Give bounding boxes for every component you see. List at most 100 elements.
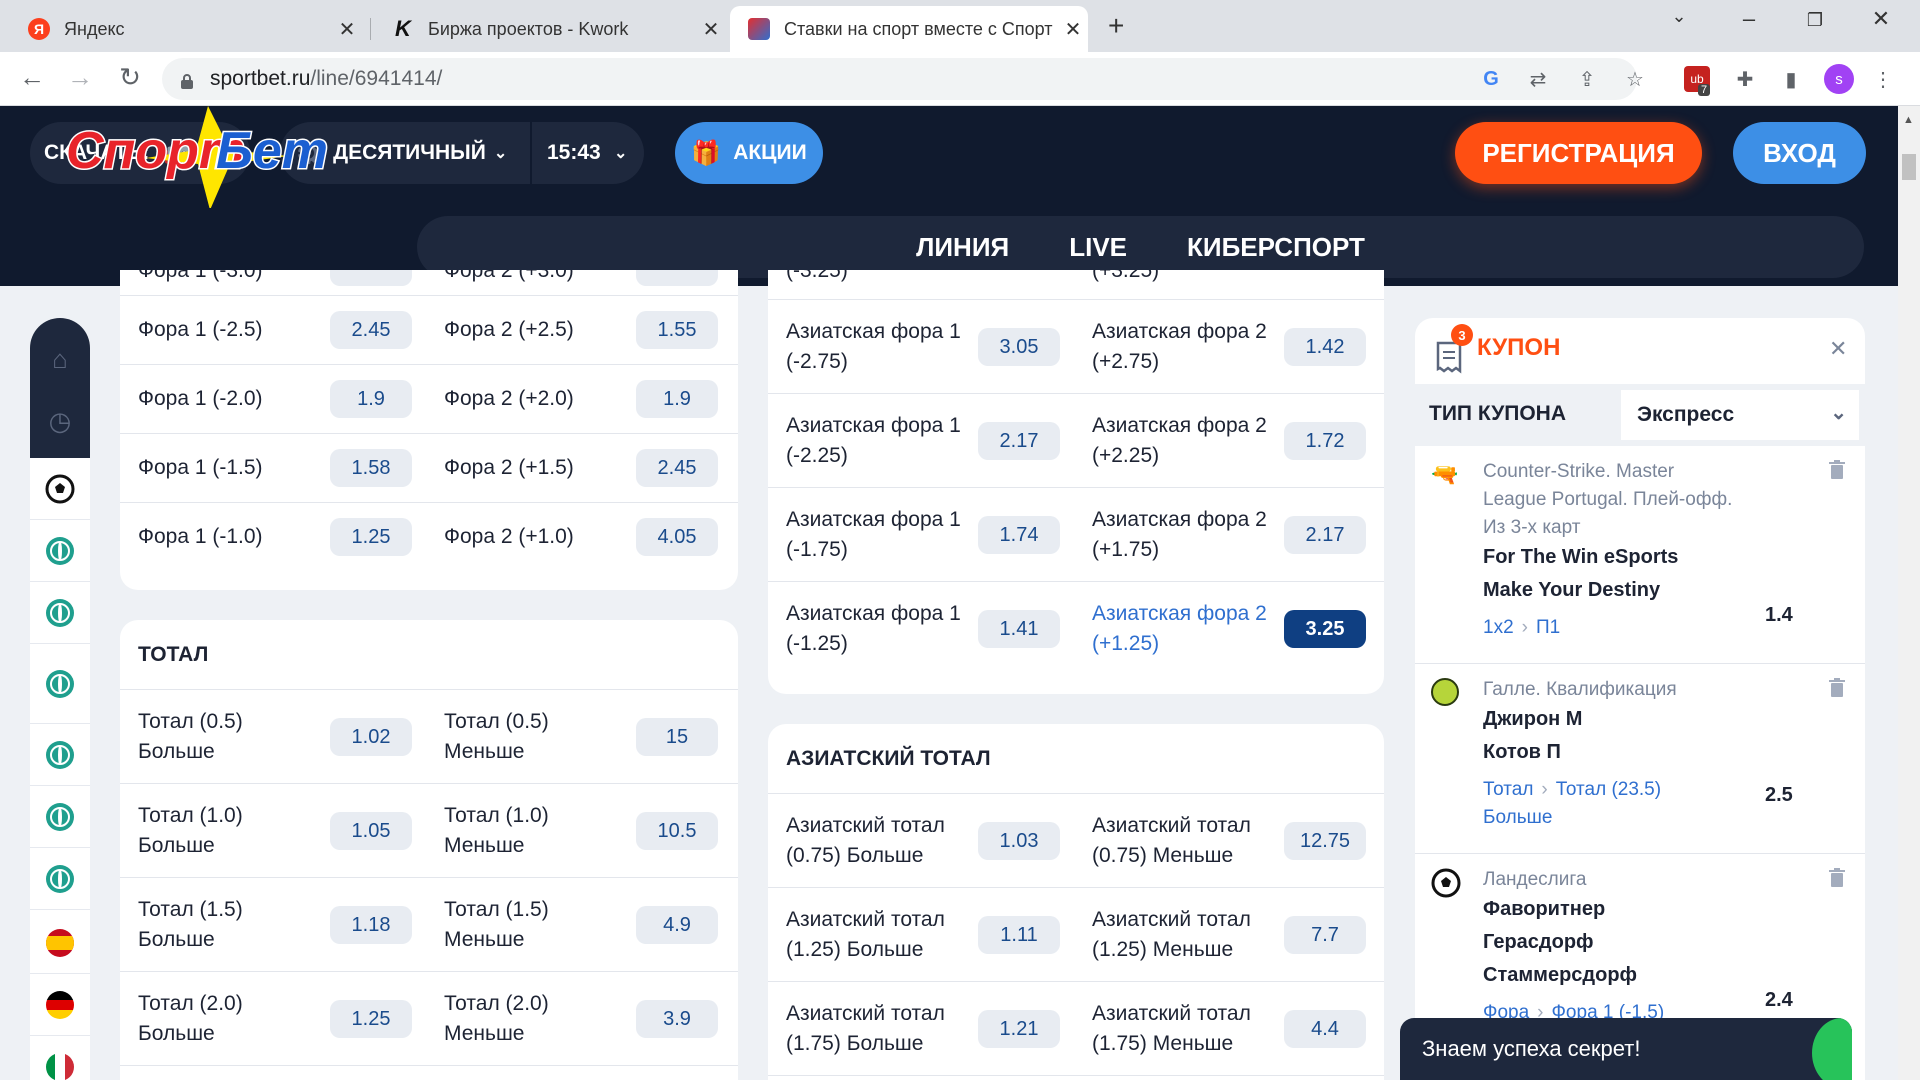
page-scrollbar[interactable]: ▲: [1898, 106, 1920, 1080]
nav-live[interactable]: LIVE: [1069, 232, 1127, 263]
label-line: Меньше: [444, 740, 525, 763]
odd-button[interactable]: 1.03: [978, 822, 1060, 860]
odd-button[interactable]: 1.9: [636, 380, 718, 418]
odd-button[interactable]: 1.72: [1284, 422, 1366, 460]
odd-button[interactable]: 1.11: [978, 916, 1060, 954]
sidebar-item-spain[interactable]: [30, 912, 90, 974]
odd-button[interactable]: 1.21: [978, 1010, 1060, 1048]
bet-part: Тотал (23.5): [1555, 779, 1662, 800]
extensions-puzzle-icon[interactable]: ✚: [1732, 66, 1758, 92]
sidebar-item-international[interactable]: [30, 582, 90, 644]
new-tab-icon[interactable]: +: [1108, 10, 1124, 42]
coupon-title: КУПОН: [1477, 334, 1561, 361]
home-icon[interactable]: ⌂: [30, 328, 90, 390]
sidebar-item-international[interactable]: [30, 724, 90, 786]
odd-button[interactable]: 4.9: [636, 906, 718, 944]
tab-title: Ставки на спорт вместе с Спорт: [784, 18, 1053, 39]
soccer-ball-icon[interactable]: [30, 458, 90, 520]
odd-button[interactable]: 2.45: [330, 311, 412, 349]
odd-button[interactable]: 3.05: [978, 328, 1060, 366]
sidebar-item-international[interactable]: [30, 848, 90, 910]
sidebar-item-germany[interactable]: [30, 974, 90, 1036]
label-line: Тотал (1.5): [444, 898, 549, 921]
odd-button[interactable]: 1.42: [1284, 328, 1366, 366]
odd-button[interactable]: 1.55: [636, 311, 718, 349]
odd-button[interactable]: 1.25: [330, 518, 412, 556]
window-close-icon[interactable]: ✕: [1856, 6, 1906, 32]
promo-toast[interactable]: Знаем успеха секрет!: [1400, 1018, 1852, 1080]
odd-button[interactable]: 1.05: [330, 812, 412, 850]
odd-button[interactable]: 1.25: [330, 1000, 412, 1038]
divider: [530, 122, 532, 184]
share-icon[interactable]: ⇪: [1574, 66, 1600, 92]
close-icon[interactable]: ✕: [1829, 336, 1847, 362]
clock-icon[interactable]: ◷: [30, 390, 90, 452]
sidebar-item-international[interactable]: [30, 520, 90, 582]
odd-button[interactable]: 1.02: [330, 718, 412, 756]
label-line: (1.25) Меньше: [1092, 938, 1234, 961]
outcome-label: Тотал (1.0) Больше: [138, 801, 243, 861]
sidebar-item-international[interactable]: [30, 644, 90, 724]
promo-button[interactable]: 🎁 АКЦИИ: [675, 122, 823, 184]
odd-button[interactable]: 2.17: [1284, 516, 1366, 554]
nav-line[interactable]: ЛИНИЯ: [916, 232, 1009, 263]
odd-button-selected[interactable]: 3.25: [1284, 610, 1366, 648]
reload-icon[interactable]: ↻: [112, 62, 148, 93]
odd-button[interactable]: 1.41: [978, 610, 1060, 648]
odd-button[interactable]: 2.17: [978, 422, 1060, 460]
time-select[interactable]: 15:43: [547, 141, 601, 165]
sidebar-item-international[interactable]: [30, 786, 90, 848]
menu-kebab-icon[interactable]: ⋮: [1870, 66, 1896, 92]
outcome-label: Тотал (2.0) Меньше: [444, 989, 549, 1049]
coupon-type-select[interactable]: Экспресс ⌄: [1621, 390, 1859, 440]
bookmark-star-icon[interactable]: ☆: [1622, 66, 1648, 92]
market-row: Фора 1 (-1.0) 1.25 Фора 2 (+1.0) 4.05: [120, 503, 738, 572]
odd-button[interactable]: 1.58: [330, 449, 412, 487]
odd-button[interactable]: [330, 270, 412, 286]
odd-button[interactable]: 1.9: [330, 380, 412, 418]
trash-icon[interactable]: [1829, 868, 1845, 888]
odd-button[interactable]: 12.75: [1284, 822, 1366, 860]
side-panel-icon[interactable]: ▮: [1778, 66, 1804, 92]
sportbet-logo[interactable]: Спорт Бет: [58, 98, 358, 210]
register-button[interactable]: РЕГИСТРАЦИЯ: [1455, 122, 1702, 184]
odd-button[interactable]: 7.7: [1284, 916, 1366, 954]
coupon-count-badge: 3: [1451, 324, 1473, 346]
odd-button[interactable]: 1.18: [330, 906, 412, 944]
market-row: Азиатская фора 1 (-2.25) 2.17 Азиатская фор…: [768, 394, 1384, 488]
trash-icon[interactable]: [1829, 460, 1845, 480]
scrollbar-thumb[interactable]: [1902, 154, 1916, 180]
close-icon[interactable]: ✕: [332, 17, 362, 42]
nav-esports[interactable]: КИБЕРСПОРТ: [1187, 232, 1365, 263]
tab-sportbet[interactable]: Ставки на спорт вместе с Спорт ✕: [730, 6, 1088, 52]
team-name: Герасдорф: [1483, 931, 1594, 953]
tab-yandex[interactable]: Я Яндекс ✕: [10, 6, 362, 52]
odd-button[interactable]: 4.05: [636, 518, 718, 556]
label-line: Меньше: [444, 834, 525, 857]
google-icon[interactable]: G: [1478, 66, 1504, 92]
trash-icon[interactable]: [1829, 678, 1845, 698]
odd-button[interactable]: [636, 270, 718, 286]
close-icon[interactable]: ✕: [1058, 17, 1088, 42]
profile-avatar[interactable]: s: [1824, 64, 1854, 94]
minimize-icon[interactable]: –: [1724, 6, 1774, 32]
tab-search-icon[interactable]: ⌄: [1654, 6, 1704, 27]
odd-button[interactable]: 2.45: [636, 449, 718, 487]
address-bar[interactable]: sportbet.ru/line/6941414/: [162, 58, 1637, 100]
kwork-icon: K: [395, 16, 411, 41]
forward-icon[interactable]: →: [62, 62, 98, 93]
odd-button[interactable]: 10.5: [636, 812, 718, 850]
globe-icon: [46, 598, 74, 627]
tab-kwork[interactable]: K Биржа проектов - Kwork ✕: [374, 6, 726, 52]
restore-icon[interactable]: ❐: [1790, 10, 1840, 31]
scroll-up-icon[interactable]: ▲: [1903, 114, 1914, 126]
translate-icon[interactable]: ⇄: [1525, 66, 1551, 92]
back-icon[interactable]: ←: [14, 62, 50, 93]
odd-button[interactable]: 3.9: [636, 1000, 718, 1038]
odd-button[interactable]: 1.74: [978, 516, 1060, 554]
odd-button[interactable]: 4.4: [1284, 1010, 1366, 1048]
login-button[interactable]: ВХОД: [1733, 122, 1866, 184]
odd-button[interactable]: 15: [636, 718, 718, 756]
close-icon[interactable]: ✕: [696, 17, 726, 42]
sidebar-item-italy[interactable]: [30, 1036, 90, 1080]
